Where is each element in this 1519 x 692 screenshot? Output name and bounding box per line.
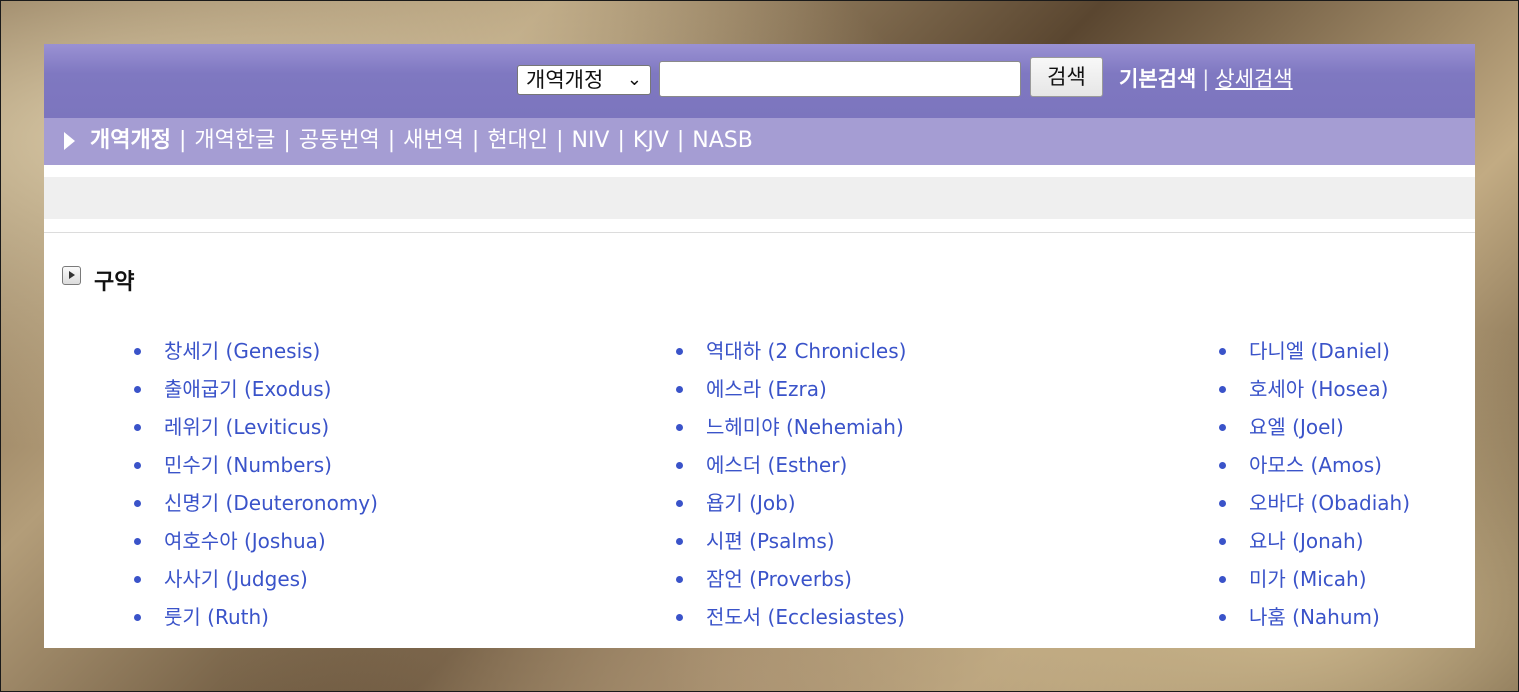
book-list-col-2: 역대하 (2 Chronicles) 에스라 (Ezra) 느헤미야 (Nehe… xyxy=(676,339,906,643)
version-link[interactable]: 현대인 xyxy=(487,126,548,156)
book-link[interactable]: 역대하 (2 Chronicles) xyxy=(676,339,906,377)
book-link[interactable]: 아모스 (Amos) xyxy=(1219,453,1410,491)
version-select-value: 개역개정 xyxy=(526,68,604,92)
book-link[interactable]: 민수기 (Numbers) xyxy=(134,453,378,491)
version-link[interactable]: NASB xyxy=(692,126,753,156)
advanced-search-link[interactable]: 상세검색 xyxy=(1215,67,1292,91)
version-link[interactable]: 개역한글 xyxy=(194,126,275,156)
book-link[interactable]: 미가 (Micah) xyxy=(1219,567,1410,605)
play-arrow-icon xyxy=(64,132,75,150)
chevron-down-icon: ⌄ xyxy=(626,69,642,90)
book-link[interactable]: 느헤미야 (Nehemiah) xyxy=(676,415,906,453)
book-link[interactable]: 호세아 (Hosea) xyxy=(1219,377,1410,415)
book-link[interactable]: 오바댜 (Obadiah) xyxy=(1219,491,1410,529)
search-button[interactable]: 검색 xyxy=(1030,57,1103,97)
book-link[interactable]: 에스더 (Esther) xyxy=(676,453,906,491)
version-separator: | xyxy=(283,128,291,153)
book-link[interactable]: 창세기 (Genesis) xyxy=(134,339,378,377)
version-link[interactable]: 공동번역 xyxy=(299,126,380,156)
book-link[interactable]: 에스라 (Ezra) xyxy=(676,377,906,415)
bible-panel: 개역개정 ⌄ 검색 기본검색 | 상세검색 개역개정 | 개역한글 | 공동번역 | 새번역 | 현… xyxy=(44,44,1475,648)
info-bar xyxy=(44,177,1475,219)
version-link[interactable]: NIV xyxy=(571,126,609,156)
version-link[interactable]: KJV xyxy=(633,126,669,156)
version-link[interactable]: 새번역 xyxy=(403,126,464,156)
expand-arrow-icon[interactable] xyxy=(62,266,81,285)
book-link[interactable]: 나훔 (Nahum) xyxy=(1219,605,1410,643)
version-separator: | xyxy=(676,128,685,153)
book-list-col-1: 창세기 (Genesis) 출애굽기 (Exodus) 레위기 (Levitic… xyxy=(134,339,378,643)
version-separator: | xyxy=(471,128,480,153)
book-link[interactable]: 신명기 (Deuteronomy) xyxy=(134,491,378,529)
search-mode-links: 기본검색 | 상세검색 xyxy=(1119,64,1293,94)
version-bar: 개역개정 | 개역한글 | 공동번역 | 새번역 | 현대인 | NIV | KJV | NASB xyxy=(44,118,1475,165)
book-link[interactable]: 전도서 (Ecclesiastes) xyxy=(676,605,906,643)
mode-separator: | xyxy=(1202,67,1210,91)
book-link[interactable]: 다니엘 (Daniel) xyxy=(1219,339,1410,377)
version-separator: | xyxy=(178,128,187,153)
search-input[interactable] xyxy=(659,61,1021,97)
section-title: 구약 xyxy=(94,270,135,295)
book-link[interactable]: 출애굽기 (Exodus) xyxy=(134,377,378,415)
book-link[interactable]: 레위기 (Leviticus) xyxy=(134,415,378,453)
book-list-col-3: 다니엘 (Daniel) 호세아 (Hosea) 요엘 (Joel) 아모스 (… xyxy=(1219,339,1410,643)
book-link[interactable]: 사사기 (Judges) xyxy=(134,567,378,605)
book-link[interactable]: 시편 (Psalms) xyxy=(676,529,906,567)
version-link[interactable]: 개역개정 xyxy=(90,126,171,156)
version-separator: | xyxy=(617,128,625,153)
book-link[interactable]: 잠언 (Proverbs) xyxy=(676,567,906,605)
book-link[interactable]: 욥기 (Job) xyxy=(676,491,906,529)
divider xyxy=(44,232,1475,233)
search-bar: 개역개정 ⌄ 검색 기본검색 | 상세검색 xyxy=(44,44,1475,118)
book-link[interactable]: 요나 (Jonah) xyxy=(1219,529,1410,567)
version-separator: | xyxy=(387,128,396,153)
version-list: 개역개정 | 개역한글 | 공동번역 | 새번역 | 현대인 | NIV | KJV | NASB xyxy=(90,126,753,156)
book-link[interactable]: 여호수아 (Joshua) xyxy=(134,529,378,567)
version-separator: | xyxy=(556,128,564,153)
book-link[interactable]: 요엘 (Joel) xyxy=(1219,415,1410,453)
book-link[interactable]: 룻기 (Ruth) xyxy=(134,605,378,643)
basic-search-link[interactable]: 기본검색 xyxy=(1119,67,1196,91)
version-select[interactable]: 개역개정 ⌄ xyxy=(517,65,651,95)
